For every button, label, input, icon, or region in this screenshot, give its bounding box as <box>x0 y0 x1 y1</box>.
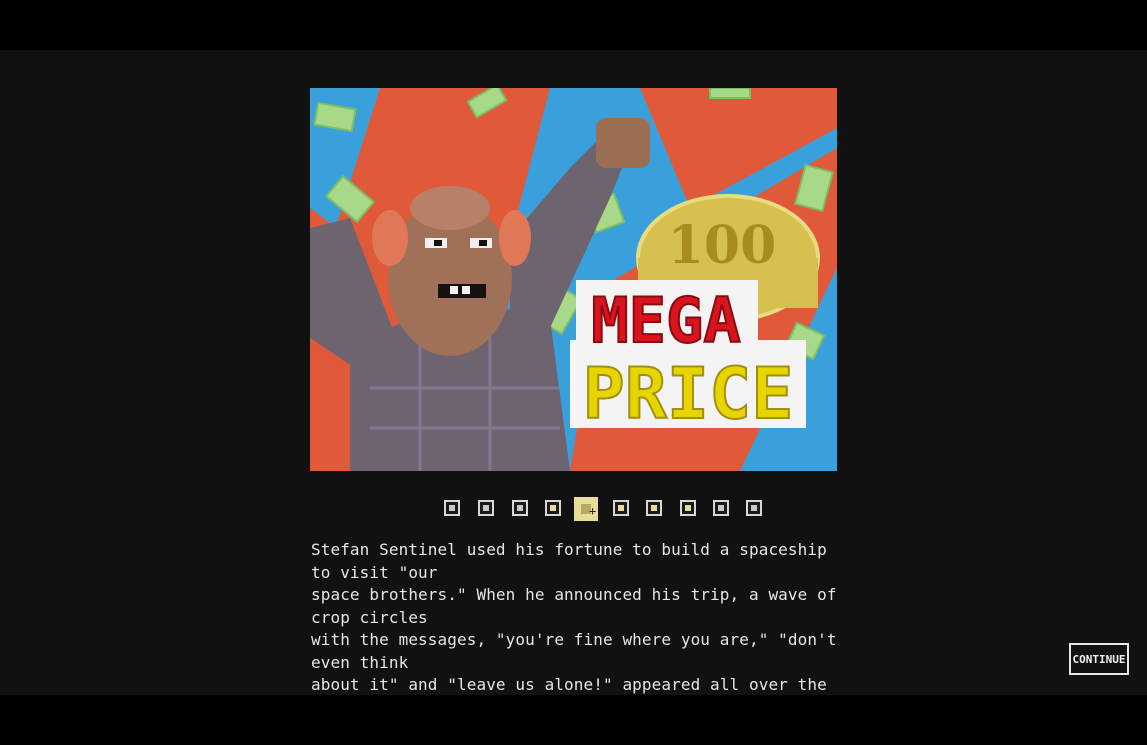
story-caption: Stefan Sentinel used his fortune to buil… <box>311 540 837 717</box>
letterbox-bottom <box>0 695 1147 745</box>
continue-button[interactable]: CONTINUE <box>1069 643 1129 675</box>
page-dot-8[interactable] <box>680 500 696 516</box>
page-dot-10[interactable] <box>746 500 762 516</box>
coin-text: 100 <box>668 215 777 276</box>
page-dot-6[interactable] <box>613 500 629 516</box>
page-dot-9[interactable] <box>713 500 729 516</box>
page-dot-7[interactable] <box>646 500 662 516</box>
story-screen: 100 MEGA PRICE + Stefan Sentinel used hi… <box>0 50 1147 717</box>
page-dot-2[interactable] <box>478 500 494 516</box>
page-dot-1[interactable] <box>444 500 460 516</box>
page-indicator: + <box>444 497 764 521</box>
sign-line-2: PRICE <box>583 353 794 435</box>
story-illustration: 100 MEGA PRICE <box>310 88 837 471</box>
page-dot-5-current[interactable] <box>574 497 598 521</box>
letterbox-top <box>0 0 1147 50</box>
page-dot-4[interactable] <box>545 500 561 516</box>
sign-line-1: MEGA <box>591 284 740 357</box>
page-dot-3[interactable] <box>512 500 528 516</box>
